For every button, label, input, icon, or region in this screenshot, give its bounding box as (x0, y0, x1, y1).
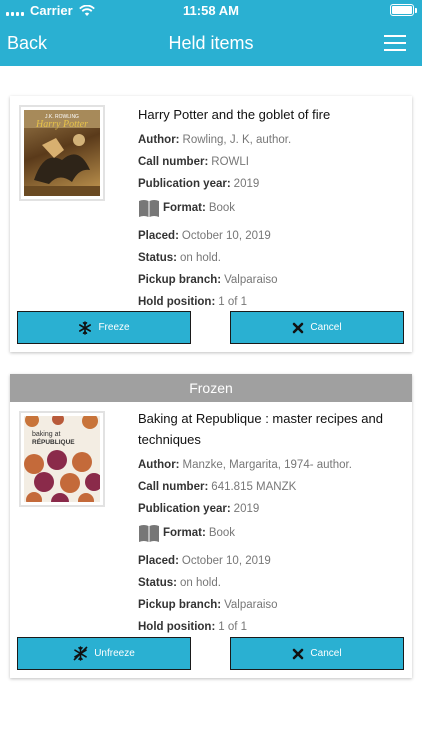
close-icon (293, 648, 304, 659)
placed-value: October 10, 2019 (181, 230, 271, 242)
hold-position-value: 1 of 1 (218, 296, 248, 308)
pickup-branch-value: Valparaiso (224, 599, 278, 611)
format-value: Book (208, 527, 236, 539)
snowflake-icon (79, 320, 92, 335)
cancel-label: Cancel (310, 648, 342, 659)
publication-year-value: 2019 (233, 503, 260, 515)
hold-card-frozen: Frozen baking at RÉPUBLIQUE Baking at Re… (10, 374, 412, 678)
status-value: on hold. (179, 252, 221, 264)
author-value: Manzke, Margarita, 1974- author. (182, 459, 352, 471)
cancel-button[interactable]: Cancel (230, 311, 404, 344)
format-value: Book (208, 202, 236, 214)
battery-icon (390, 4, 417, 16)
publication-year-label: Publication year: (138, 178, 231, 190)
status-bar: Carrier 11:58 AM (0, 0, 422, 22)
call-number-label: Call number: (138, 481, 209, 493)
status-value: on hold. (179, 577, 221, 589)
hold-position-value: 1 of 1 (218, 621, 248, 633)
menu-icon[interactable] (384, 35, 406, 51)
cover-title-art-2: RÉPUBLIQUE (32, 437, 75, 446)
author-value: Rowling, J. K, author. (182, 134, 292, 146)
book-icon (139, 200, 159, 217)
pickup-branch-label: Pickup branch: (138, 599, 222, 611)
freeze-label: Freeze (98, 322, 130, 333)
format-label: Format: (163, 527, 206, 539)
navigation-bar: Carrier 11:58 AM Back Held items (0, 0, 422, 66)
publication-year-label: Publication year: (138, 503, 231, 515)
pickup-branch-label: Pickup branch: (138, 274, 222, 286)
page-title: Held items (168, 33, 254, 53)
book-title[interactable]: Baking at Republique : master recipes an… (138, 408, 404, 450)
cover-title-art-1: baking at (32, 431, 60, 438)
unfreeze-label: Unfreeze (94, 648, 135, 659)
placed-label: Placed: (138, 555, 179, 567)
call-number-value: ROWLI (211, 156, 249, 168)
cancel-button[interactable]: Cancel (230, 637, 404, 670)
pickup-branch-value: Valparaiso (224, 274, 278, 286)
freeze-button[interactable]: Freeze (17, 311, 191, 344)
call-number-label: Call number: (138, 156, 209, 168)
author-label: Author: (138, 134, 180, 146)
back-button[interactable]: Back (7, 33, 47, 54)
hold-card: J.K. ROWLING Harry Potter Harry Potter a… (10, 96, 412, 352)
author-label: Author: (138, 459, 180, 471)
status-label: Status: (138, 577, 177, 589)
status-label: Status: (138, 252, 177, 264)
book-cover[interactable]: J.K. ROWLING Harry Potter (19, 105, 105, 201)
unfreeze-icon (73, 646, 88, 661)
unfreeze-button[interactable]: Unfreeze (17, 637, 191, 670)
format-label: Format: (163, 202, 206, 214)
status-time: 11:58 AM (183, 3, 239, 18)
placed-value: October 10, 2019 (181, 555, 271, 567)
hold-position-label: Hold position: (138, 296, 216, 308)
frozen-banner: Frozen (10, 374, 412, 402)
call-number-value: 641.815 MANZK (211, 481, 297, 493)
placed-label: Placed: (138, 230, 179, 242)
book-icon (139, 525, 159, 542)
publication-year-value: 2019 (233, 178, 260, 190)
book-cover[interactable]: baking at RÉPUBLIQUE (19, 411, 105, 507)
cancel-label: Cancel (310, 322, 342, 333)
cover-title-art: Harry Potter (35, 119, 88, 130)
hold-position-label: Hold position: (138, 621, 216, 633)
book-title[interactable]: Harry Potter and the goblet of fire (138, 104, 404, 125)
close-icon (293, 322, 304, 333)
